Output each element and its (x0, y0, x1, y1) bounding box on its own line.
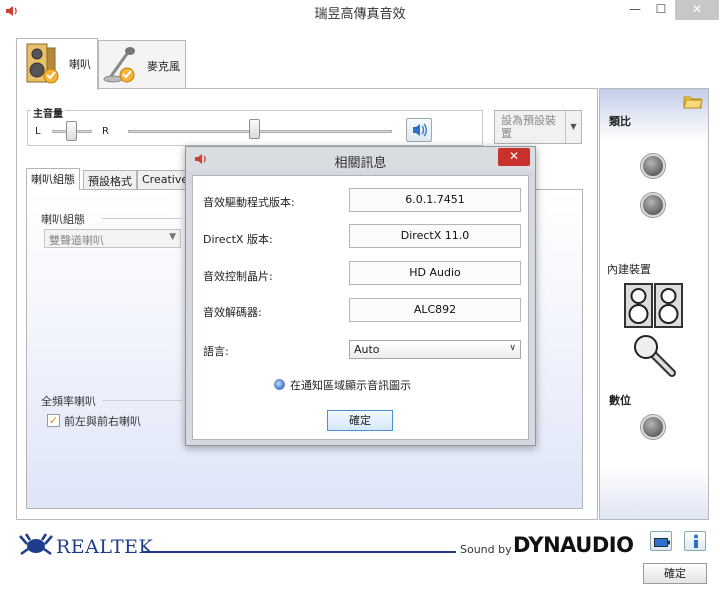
tab-microphone[interactable]: 麥克風 (98, 40, 186, 88)
speaker-cabinet-icon (25, 42, 61, 89)
dynaudio-brand: DYNAUDIO (513, 533, 634, 557)
maximize-button[interactable]: ☐ (648, 0, 674, 20)
speaker-config-select[interactable]: 雙聲道喇叭 ▼ (44, 229, 181, 248)
directx-version-label: DirectX 版本: (203, 233, 273, 246)
group-divider (102, 400, 182, 401)
driver-version-value: 6.0.1.7451 (349, 188, 521, 212)
front-speakers-label: 前左與前右喇叭 (64, 415, 141, 428)
mute-button[interactable] (406, 118, 432, 142)
rear-jack-1[interactable] (641, 154, 665, 178)
language-label: 語言: (203, 345, 229, 358)
volume-icon (411, 122, 429, 141)
main-volume-label: 主音量 (31, 105, 65, 120)
internal-device-label: 內建裝置 (607, 263, 651, 276)
balance-right-label: R (102, 126, 109, 137)
chevron-down-icon: ∨ (509, 343, 516, 353)
realtek-brand: REALTEK (56, 536, 154, 558)
audio-controller-value: HD Audio (349, 261, 521, 285)
audio-codec-label: 音效解碼器: (203, 306, 262, 319)
about-dialog: 相關訊息 ✕ 音效驅動程式版本: 6.0.1.7451 DirectX 版本: … (185, 146, 536, 446)
close-button[interactable]: ✕ (675, 0, 719, 20)
tab-speaker-label: 喇叭 (69, 58, 91, 71)
chevron-down-icon: ▼ (169, 232, 176, 242)
digital-label: 數位 (609, 394, 631, 407)
dialog-title-bar: 相關訊息 ✕ (186, 147, 535, 171)
audio-controller-label: 音效控制晶片: (203, 270, 273, 283)
dialog-ok-button[interactable]: 確定 (327, 410, 393, 431)
language-select[interactable]: Auto ∨ (349, 340, 521, 359)
internal-microphone-icon[interactable] (632, 333, 680, 382)
tab-default-format[interactable]: 預設格式 (83, 170, 137, 189)
battery-button[interactable] (650, 531, 672, 551)
driver-version-label: 音效驅動程式版本: (203, 196, 295, 209)
microphone-icon (103, 43, 145, 88)
realtek-crab-logo (18, 532, 54, 559)
speaker-config-group-label: 喇叭組態 (41, 213, 85, 226)
main-ok-button[interactable]: 確定 (643, 563, 707, 584)
directx-version-value: DirectX 11.0 (349, 224, 521, 248)
language-value: Auto (354, 343, 380, 356)
minimize-button[interactable]: — (622, 0, 648, 20)
dialog-close-button[interactable]: ✕ (498, 148, 530, 166)
dialog-body: 音效驅動程式版本: 6.0.1.7451 DirectX 版本: DirectX… (192, 175, 529, 440)
footer-divider (142, 551, 456, 553)
tray-icon-label: 在通知區域顯示音訊圖示 (290, 379, 411, 392)
sound-by-label: Sound by (460, 543, 512, 556)
title-bar: 瑞昱高傳真音效 — ☐ ✕ (0, 0, 720, 22)
window-title: 瑞昱高傳真音效 (314, 7, 406, 22)
audio-codec-value: ALC892 (349, 298, 521, 322)
internal-speakers-icon[interactable] (624, 283, 684, 332)
rear-jack-2[interactable] (641, 193, 665, 217)
volume-track (128, 130, 392, 133)
info-button[interactable] (684, 531, 706, 551)
speaker-config-value: 雙聲道喇叭 (49, 234, 104, 247)
info-icon (691, 534, 701, 552)
dialog-title: 相關訊息 (334, 156, 387, 171)
group-divider (102, 218, 182, 219)
tray-icon-radio[interactable] (274, 379, 285, 390)
set-default-device-button[interactable]: 設為預設裝置 ▼ (494, 110, 582, 144)
front-speakers-checkbox[interactable]: ✓ (47, 414, 60, 427)
tab-speaker[interactable]: 喇叭 (16, 38, 98, 90)
folder-icon[interactable] (683, 93, 703, 112)
full-range-group-label: 全頻率喇叭 (41, 395, 96, 408)
battery-icon (654, 537, 670, 550)
volume-slider[interactable] (249, 119, 260, 139)
balance-left-label: L (35, 126, 41, 137)
tab-microphone-label: 麥克風 (147, 60, 180, 73)
balance-slider[interactable] (66, 121, 77, 141)
analog-output-label: 類比 (609, 115, 631, 128)
digital-jack[interactable] (641, 415, 665, 439)
set-default-device-label: 設為預設裝置 (501, 114, 556, 140)
tab-speaker-config[interactable]: 喇叭組態 (26, 168, 80, 190)
chevron-down-icon[interactable]: ▼ (565, 111, 581, 143)
